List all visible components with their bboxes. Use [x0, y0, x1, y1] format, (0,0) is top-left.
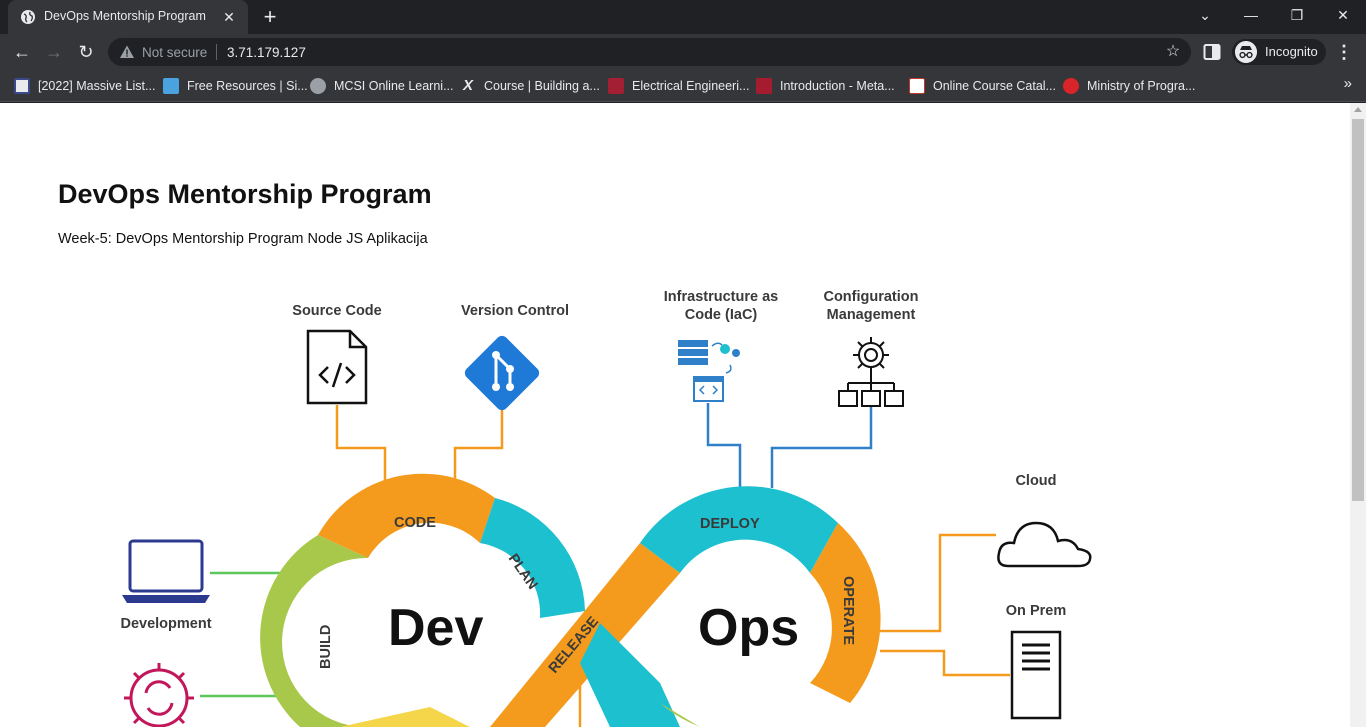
iac-label-line1: Infrastructure as — [664, 289, 778, 305]
bookmark-label: [2022] Massive List... — [38, 79, 156, 93]
stage-label-code: CODE — [394, 515, 436, 531]
config-label-line1: Configuration — [823, 289, 918, 305]
ic-logo-icon — [14, 78, 30, 94]
address-bar[interactable]: Not secure 3.71.179.127 ☆ — [108, 38, 1191, 66]
config-management-icon — [838, 337, 904, 407]
bookmark-label: Free Resources | Si... — [187, 79, 308, 93]
bookmark-star-icon[interactable]: ☆ — [1163, 42, 1183, 62]
bookmark-item[interactable]: Introduction - Meta... — [756, 75, 895, 97]
green-bottom-arc — [660, 703, 790, 727]
bookmarks-overflow-icon[interactable]: » — [1344, 75, 1352, 92]
git-icon — [464, 335, 540, 411]
config-label-line2: Management — [827, 307, 916, 323]
page-viewport: DevOps Mentorship Program Week-5: DevOps… — [0, 103, 1350, 727]
edx-x-icon: X — [462, 77, 473, 94]
browser-toolbar: ← → ↻ Not secure 3.71.179.127 ☆ Incognit… — [0, 34, 1366, 70]
bookmark-item[interactable]: [2022] Massive List... — [14, 75, 155, 97]
minimize-button[interactable]: — — [1228, 0, 1274, 30]
tab-active[interactable]: DevOps Mentorship Program ✕ — [8, 0, 248, 34]
simplilearn-icon — [163, 78, 179, 94]
bookmark-item[interactable]: Free Resources | Si... — [163, 75, 308, 97]
version-control-label: Version Control — [461, 303, 569, 319]
devops-infinity-diagram: CODE PLAN BUILD RELEASE DEPLOY OPERATE D… — [120, 289, 1092, 727]
warning-icon[interactable] — [119, 44, 135, 60]
development-label: Development — [120, 616, 211, 632]
bookmark-label: MCSI Online Learni... — [334, 79, 454, 93]
mit-ocw-icon — [608, 78, 624, 94]
scrollbar-thumb[interactable] — [1352, 119, 1364, 501]
back-button[interactable]: ← — [8, 38, 36, 66]
tab-close-icon[interactable]: ✕ — [220, 8, 238, 26]
bookmark-item[interactable]: MCSI Online Learni... — [310, 75, 454, 97]
menu-kebab-icon[interactable]: ⋮ — [1334, 38, 1354, 66]
side-panel-icon[interactable] — [1203, 43, 1221, 61]
globe-icon — [21, 10, 35, 24]
url-text[interactable]: 3.71.179.127 — [227, 45, 306, 60]
forward-button[interactable]: → — [40, 38, 68, 66]
monitor-arc — [580, 623, 680, 727]
source-code-file-icon — [306, 329, 368, 405]
tab-search-icon[interactable]: ⌄ — [1182, 0, 1228, 30]
bookmark-label: Course | Building a... — [484, 79, 600, 93]
stage-label-operate: OPERATE — [840, 576, 856, 645]
harvard-icon — [756, 78, 772, 94]
scroll-up-arrow-icon[interactable] — [1354, 107, 1362, 112]
stage-label-build: BUILD — [318, 625, 334, 669]
dev-loop-label: Dev — [388, 599, 483, 657]
bookmark-label: Ministry of Progra... — [1087, 79, 1196, 93]
globe-icon — [310, 78, 326, 94]
ops-loop-label: Ops — [698, 599, 799, 657]
on-prem-label: On Prem — [1006, 603, 1066, 619]
source-code-label: Source Code — [292, 303, 381, 319]
incognito-icon — [1235, 41, 1257, 63]
cloud-label: Cloud — [1015, 473, 1056, 489]
iac-label-line2: Code (IaC) — [685, 307, 758, 323]
plan-arc — [480, 498, 585, 618]
close-window-button[interactable]: ✕ — [1320, 0, 1366, 30]
bookmark-item[interactable]: Electrical Engineeri... — [608, 75, 749, 97]
yellow-arc — [340, 707, 470, 727]
restore-button[interactable]: ❐ — [1274, 0, 1320, 30]
incognito-badge[interactable]: Incognito — [1232, 39, 1326, 65]
omnibox-divider — [216, 44, 217, 60]
bookmarks-bar: [2022] Massive List... Free Resources | … — [0, 70, 1366, 102]
laptop-icon — [122, 539, 210, 603]
ministry-icon — [1063, 78, 1079, 94]
build-arc — [260, 535, 368, 727]
reload-button[interactable]: ↻ — [72, 38, 100, 66]
new-tab-button[interactable]: + — [258, 6, 282, 30]
server-icon — [1010, 630, 1062, 720]
stage-label-deploy: DEPLOY — [700, 516, 760, 532]
page-scrollbar[interactable] — [1350, 103, 1366, 727]
cloud-icon — [997, 521, 1092, 568]
bookmark-item[interactable]: Ministry of Progra... — [1063, 75, 1195, 97]
bookmark-label: Introduction - Meta... — [780, 79, 895, 93]
security-status[interactable]: Not secure — [142, 45, 207, 60]
bookmark-label: Electrical Engineeri... — [632, 79, 750, 93]
tab-title: DevOps Mentorship Program — [44, 9, 206, 23]
bookmark-item[interactable]: X Course | Building a... — [460, 75, 600, 97]
cisco-icon — [909, 78, 925, 94]
bookmark-item[interactable]: Online Course Catal... — [909, 75, 1056, 97]
iac-icon — [678, 340, 740, 402]
ci-gear-icon — [124, 663, 194, 727]
bookmark-label: Online Course Catal... — [933, 79, 1056, 93]
incognito-label: Incognito — [1265, 44, 1318, 59]
tab-strip: DevOps Mentorship Program ✕ + ⌄ — ❐ ✕ — [0, 0, 1366, 34]
